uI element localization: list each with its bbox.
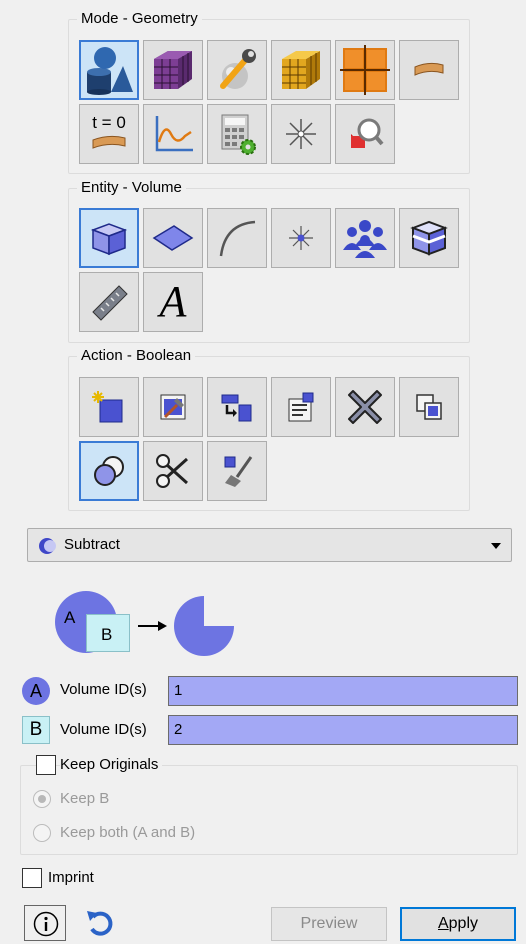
operation-dropdown[interactable]: Subtract: [27, 528, 512, 562]
action-clean-button[interactable]: [207, 441, 267, 501]
operation-selected-value: Subtract: [64, 536, 120, 553]
people-group-icon: [343, 220, 387, 258]
diagram-label-b: B: [101, 625, 113, 644]
entity-body-button[interactable]: [399, 208, 459, 268]
action-create-button[interactable]: [79, 377, 139, 437]
action-cut-button[interactable]: [143, 441, 203, 501]
delete-x-icon: [348, 390, 382, 424]
entity-vertex-button[interactable]: [271, 208, 331, 268]
preview-button-label: Preview: [300, 915, 358, 932]
keep-b-radio-dot: [38, 795, 46, 803]
mode-time-button[interactable]: t = 0: [79, 104, 139, 164]
keep-both-label: Keep both (A and B): [60, 824, 196, 841]
action-transform-button[interactable]: [207, 377, 267, 437]
new-cube-icon: [92, 391, 123, 423]
mode-group-title: Mode - Geometry: [77, 9, 202, 29]
entity-text-button[interactable]: A: [143, 272, 203, 332]
properties-sheet-icon: [288, 392, 314, 422]
diagram-result-shape: [174, 596, 234, 656]
keep-b-radio[interactable]: [33, 790, 51, 808]
diagram-volume-b-shape: B: [86, 614, 130, 652]
subtract-diagram: A B: [50, 590, 240, 662]
keep-both-radio[interactable]: [33, 824, 51, 842]
action-properties-button[interactable]: [271, 377, 331, 437]
action-copy-button[interactable]: [399, 377, 459, 437]
volume-a-badge: A: [22, 677, 50, 705]
volume-b-label: Volume ID(s): [60, 721, 147, 738]
subtract-icon: [39, 538, 56, 554]
keep-originals-group: [20, 765, 518, 855]
volume-a-input[interactable]: 1: [168, 676, 518, 706]
volume-cube-icon: [90, 223, 128, 256]
apply-button-mnemonic: A: [437, 915, 449, 932]
mode-strip-button[interactable]: [399, 40, 459, 100]
apply-button[interactable]: Apply: [400, 907, 516, 941]
broom-cube-icon: [224, 456, 253, 487]
diagram-label-a: A: [64, 608, 76, 627]
action-boolean-button[interactable]: [79, 441, 139, 501]
mode-calculator-button[interactable]: [207, 104, 267, 164]
mode-grid-button[interactable]: [335, 40, 395, 100]
vertex-icon: [289, 226, 313, 250]
imprint-checkbox[interactable]: [22, 868, 42, 888]
mode-hex-mesh-button[interactable]: [271, 40, 331, 100]
copy-volume-icon: [416, 394, 442, 420]
arrow-right-icon: [138, 621, 167, 631]
entity-group-button[interactable]: [335, 208, 395, 268]
apply-button-rest: pply: [448, 915, 479, 932]
mesh-cube-icon: [154, 51, 192, 89]
keep-originals-label: Keep Originals: [60, 756, 163, 773]
entity-surface-button[interactable]: [143, 208, 203, 268]
mode-plot-button[interactable]: [143, 104, 203, 164]
text-a-icon: A: [159, 277, 187, 326]
entity-volume-button[interactable]: [79, 208, 139, 268]
time-label: t = 0: [92, 113, 126, 132]
reset-icon[interactable]: [84, 907, 118, 939]
calculator-gear-icon: [221, 114, 256, 155]
keep-b-label: Keep B: [60, 790, 110, 807]
scissors-icon: [156, 454, 189, 488]
volume-a-badge-letter: A: [29, 681, 42, 701]
volume-b-badge-letter: B: [29, 719, 43, 740]
surface-icon: [152, 225, 194, 251]
time-strip-icon: [92, 135, 126, 149]
chevron-down-icon: [491, 543, 501, 549]
modify-hammer-icon: [160, 394, 186, 420]
volume-b-badge: B: [22, 716, 50, 744]
transform-icon: [221, 394, 252, 422]
mode-geometry-button[interactable]: [79, 40, 139, 100]
preview-button[interactable]: Preview: [271, 907, 387, 941]
volume-b-input[interactable]: 2: [168, 715, 518, 745]
point-star-icon: [286, 119, 316, 149]
geometry-shapes-icon: [87, 47, 133, 95]
mode-inspect-button[interactable]: [335, 104, 395, 164]
mode-tools-button[interactable]: [207, 40, 267, 100]
hex-cube-icon: [282, 51, 320, 89]
magnifier-icon: [351, 118, 384, 148]
imprint-label: Imprint: [48, 869, 94, 886]
entity-curve-button[interactable]: [207, 208, 267, 268]
volume-a-label: Volume ID(s): [60, 681, 147, 698]
apply-button-label: Apply: [438, 915, 478, 932]
ruler-icon: [92, 285, 128, 321]
strip-icon: [414, 62, 444, 76]
mode-point-button[interactable]: [271, 104, 331, 164]
body-cube-icon: [410, 220, 448, 256]
wrench-sphere-icon: [220, 49, 256, 89]
info-icon: [33, 911, 59, 937]
orange-grid-icon: [340, 45, 390, 95]
action-modify-button[interactable]: [143, 377, 203, 437]
action-delete-button[interactable]: [335, 377, 395, 437]
keep-originals-checkbox[interactable]: [36, 755, 56, 775]
boolean-circles-icon: [94, 456, 124, 486]
info-button[interactable]: [24, 905, 66, 941]
action-group-title: Action - Boolean: [77, 346, 196, 366]
entity-measure-button[interactable]: [79, 272, 139, 332]
line-plot-icon: [155, 116, 193, 152]
curve-icon: [219, 220, 256, 257]
entity-group-title: Entity - Volume: [77, 178, 186, 198]
mode-mesh-button[interactable]: [143, 40, 203, 100]
